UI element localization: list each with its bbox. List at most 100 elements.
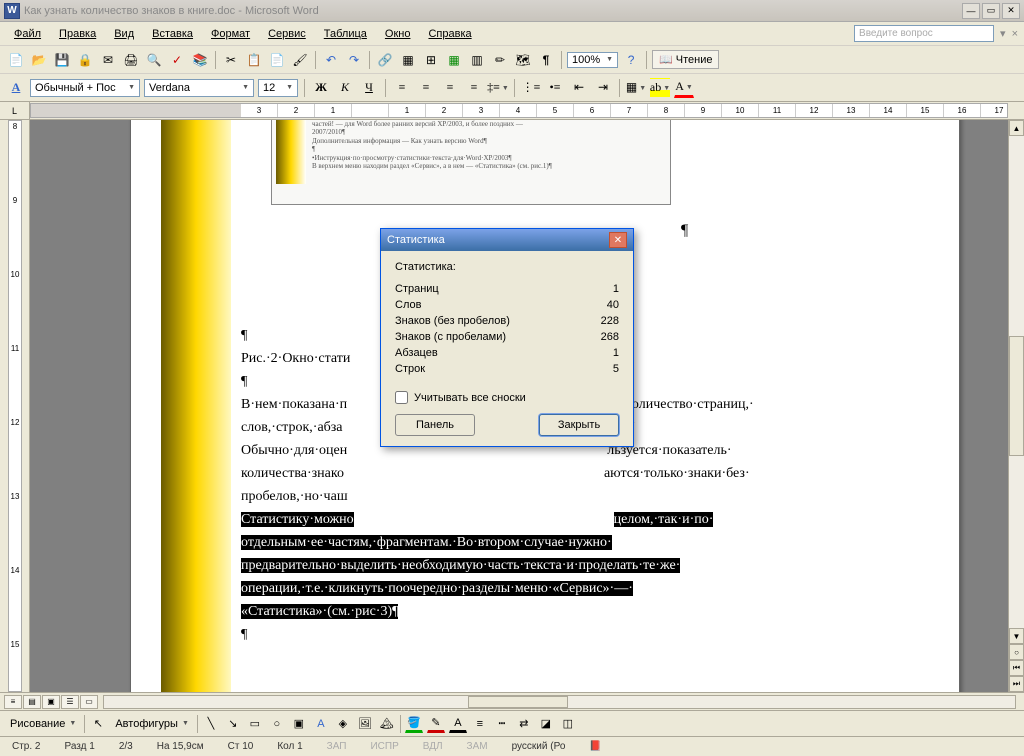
excel-icon[interactable]: ▦: [444, 50, 464, 70]
bold-button[interactable]: Ж: [311, 78, 331, 98]
horizontal-scrollbar[interactable]: [103, 695, 1016, 709]
hyperlink-icon[interactable]: 🔗: [375, 50, 395, 70]
outline-view-button[interactable]: ☰: [61, 695, 79, 709]
menu-window[interactable]: Окно: [377, 25, 419, 43]
next-page-button[interactable]: ⏭: [1009, 676, 1024, 692]
prev-page-button[interactable]: ⏮: [1009, 660, 1024, 676]
reading-view-button[interactable]: ▭: [80, 695, 98, 709]
menu-insert[interactable]: Вставка: [144, 25, 201, 43]
permission-icon[interactable]: 🔒: [75, 50, 95, 70]
paste-icon[interactable]: 📄: [267, 50, 287, 70]
vertical-ruler[interactable]: 89101112131415: [0, 120, 30, 692]
email-icon[interactable]: ✉: [98, 50, 118, 70]
scroll-up-button[interactable]: ▲: [1009, 120, 1024, 136]
autoshapes-menu[interactable]: Автофигуры ▼: [111, 716, 193, 732]
italic-button[interactable]: К: [335, 78, 355, 98]
drawing-icon[interactable]: ✏: [490, 50, 510, 70]
clipart-icon[interactable]: 🖼: [356, 715, 374, 733]
rectangle-icon[interactable]: ▭: [246, 715, 264, 733]
menu-view[interactable]: Вид: [106, 25, 142, 43]
format-painter-icon[interactable]: 🖌: [290, 50, 310, 70]
increase-indent-button[interactable]: ⇥: [593, 78, 613, 98]
insert-table-icon[interactable]: ⊞: [421, 50, 441, 70]
menu-edit[interactable]: Правка: [51, 25, 104, 43]
scroll-thumb[interactable]: [1009, 336, 1024, 456]
close-doc-button[interactable]: ×: [1012, 28, 1018, 40]
picture-icon[interactable]: 🏔: [378, 715, 396, 733]
menu-format[interactable]: Формат: [203, 25, 258, 43]
style-combo[interactable]: Обычный + Пос▼: [30, 79, 140, 97]
line-style-icon[interactable]: ≡: [471, 715, 489, 733]
normal-view-button[interactable]: ≡: [4, 695, 22, 709]
font-combo[interactable]: Verdana▼: [144, 79, 254, 97]
arrow-style-icon[interactable]: ⇄: [515, 715, 533, 733]
open-icon[interactable]: 📂: [29, 50, 49, 70]
copy-icon[interactable]: 📋: [244, 50, 264, 70]
research-icon[interactable]: 📚: [190, 50, 210, 70]
shadow-icon[interactable]: ◪: [537, 715, 555, 733]
reading-layout-button[interactable]: 📖 Чтение: [652, 50, 719, 69]
drawing-menu[interactable]: Рисование ▼: [6, 716, 80, 732]
print-view-button[interactable]: ▣: [42, 695, 60, 709]
decrease-indent-button[interactable]: ⇤: [569, 78, 589, 98]
new-doc-icon[interactable]: 📄: [6, 50, 26, 70]
help-icon[interactable]: ?: [621, 50, 641, 70]
dash-style-icon[interactable]: ┅: [493, 715, 511, 733]
columns-icon[interactable]: ▥: [467, 50, 487, 70]
status-spell-icon[interactable]: 📕: [583, 741, 607, 752]
select-objects-icon[interactable]: ↖: [89, 715, 107, 733]
close-dialog-button[interactable]: Закрыть: [539, 414, 619, 436]
align-right-button[interactable]: ≡: [440, 78, 460, 98]
align-justify-button[interactable]: ≡: [464, 78, 484, 98]
fill-color-icon[interactable]: 🪣: [405, 715, 423, 733]
footnotes-checkbox[interactable]: [395, 391, 408, 404]
align-center-button[interactable]: ≡: [416, 78, 436, 98]
status-lang[interactable]: русский (Ро: [506, 741, 572, 752]
print-icon[interactable]: 🖨: [121, 50, 141, 70]
status-ovr[interactable]: ЗАМ: [461, 741, 494, 752]
status-ext[interactable]: ВДЛ: [417, 741, 449, 752]
print-preview-icon[interactable]: 🔍: [144, 50, 164, 70]
spell-check-icon[interactable]: ✓: [167, 50, 187, 70]
arrow-icon[interactable]: ↘: [224, 715, 242, 733]
textbox-icon[interactable]: ▣: [290, 715, 308, 733]
menu-tools[interactable]: Сервис: [260, 25, 314, 43]
minimize-button[interactable]: —: [962, 3, 980, 19]
align-left-button[interactable]: ≡: [392, 78, 412, 98]
hscroll-thumb[interactable]: [468, 696, 568, 708]
size-combo[interactable]: 12▼: [258, 79, 298, 97]
close-button[interactable]: ✕: [1002, 3, 1020, 19]
web-view-button[interactable]: ▤: [23, 695, 41, 709]
wordart-icon[interactable]: A: [312, 715, 330, 733]
numbered-list-button[interactable]: ⋮≡: [521, 78, 541, 98]
oval-icon[interactable]: ○: [268, 715, 286, 733]
tables-borders-icon[interactable]: ▦: [398, 50, 418, 70]
3d-icon[interactable]: ◫: [559, 715, 577, 733]
line-color-icon[interactable]: ✎: [427, 715, 445, 733]
font-color-button[interactable]: A▼: [674, 78, 694, 98]
undo-icon[interactable]: ↶: [321, 50, 341, 70]
dialog-close-button[interactable]: ✕: [609, 232, 627, 248]
help-dropdown[interactable]: ▾: [1000, 27, 1006, 40]
redo-icon[interactable]: ↷: [344, 50, 364, 70]
menu-table[interactable]: Таблица: [316, 25, 375, 43]
dialog-titlebar[interactable]: Статистика ✕: [381, 229, 633, 251]
line-spacing-button[interactable]: ‡≡▼: [488, 78, 508, 98]
font-color-draw-icon[interactable]: A: [449, 715, 467, 733]
cut-icon[interactable]: ✂: [221, 50, 241, 70]
maximize-button[interactable]: ▭: [982, 3, 1000, 19]
browse-object-button[interactable]: ○: [1009, 644, 1024, 660]
show-marks-icon[interactable]: ¶: [536, 50, 556, 70]
status-rec[interactable]: ЗАП: [321, 741, 353, 752]
highlight-button[interactable]: ab▼: [650, 78, 670, 98]
ask-question-input[interactable]: Введите вопрос: [854, 25, 994, 42]
styles-pane-icon[interactable]: A: [6, 78, 26, 98]
panel-button[interactable]: Панель: [395, 414, 475, 436]
vertical-scrollbar[interactable]: ▲ ▼ ○ ⏮ ⏭: [1008, 120, 1024, 692]
diagram-icon[interactable]: ◈: [334, 715, 352, 733]
line-icon[interactable]: ╲: [202, 715, 220, 733]
doc-map-icon[interactable]: 🗺: [513, 50, 533, 70]
zoom-combo[interactable]: 100%▼: [567, 52, 618, 68]
status-trk[interactable]: ИСПР: [364, 741, 404, 752]
menu-file[interactable]: Файл: [6, 25, 49, 43]
